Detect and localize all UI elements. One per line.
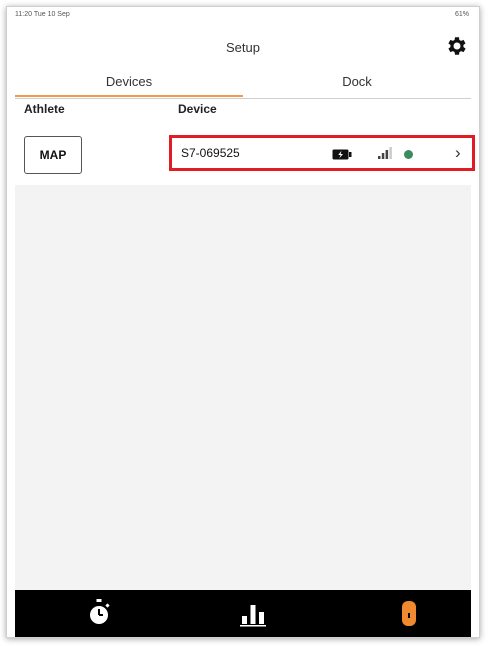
tab-devices[interactable]: Devices bbox=[15, 71, 243, 97]
stopwatch-icon[interactable] bbox=[79, 596, 119, 630]
column-header-athlete: Athlete bbox=[24, 102, 65, 116]
status-time: 11:20 Tue 10 Sep bbox=[15, 11, 70, 18]
bottom-tab-bar bbox=[15, 590, 471, 637]
battery-charging-icon bbox=[332, 149, 352, 160]
chevron-right-icon: › bbox=[455, 143, 461, 162]
device-row[interactable]: S7-069525 › bbox=[169, 135, 475, 171]
bar-chart-icon[interactable] bbox=[233, 596, 273, 630]
signal-strength-icon bbox=[378, 147, 392, 159]
status-battery: 61% bbox=[454, 11, 469, 18]
athlete-map-button[interactable]: MAP bbox=[24, 136, 82, 174]
status-bar: 11:20 Tue 10 Sep 61% bbox=[7, 7, 479, 25]
device-icon[interactable] bbox=[389, 596, 429, 630]
page-title: Setup bbox=[226, 40, 260, 55]
connection-status-dot bbox=[404, 150, 413, 159]
content-area bbox=[15, 185, 471, 595]
device-name: S7-069525 bbox=[181, 146, 240, 160]
gear-icon[interactable] bbox=[445, 34, 469, 58]
nav-bar: Setup bbox=[7, 25, 479, 71]
table-row: MAP S7-069525 › bbox=[7, 122, 479, 182]
column-header-device: Device bbox=[178, 102, 217, 116]
segmented-tabs: Devices Dock bbox=[15, 71, 471, 99]
tab-dock[interactable]: Dock bbox=[243, 71, 471, 97]
app-window: 11:20 Tue 10 Sep 61% Setup Devices Dock … bbox=[6, 6, 480, 638]
